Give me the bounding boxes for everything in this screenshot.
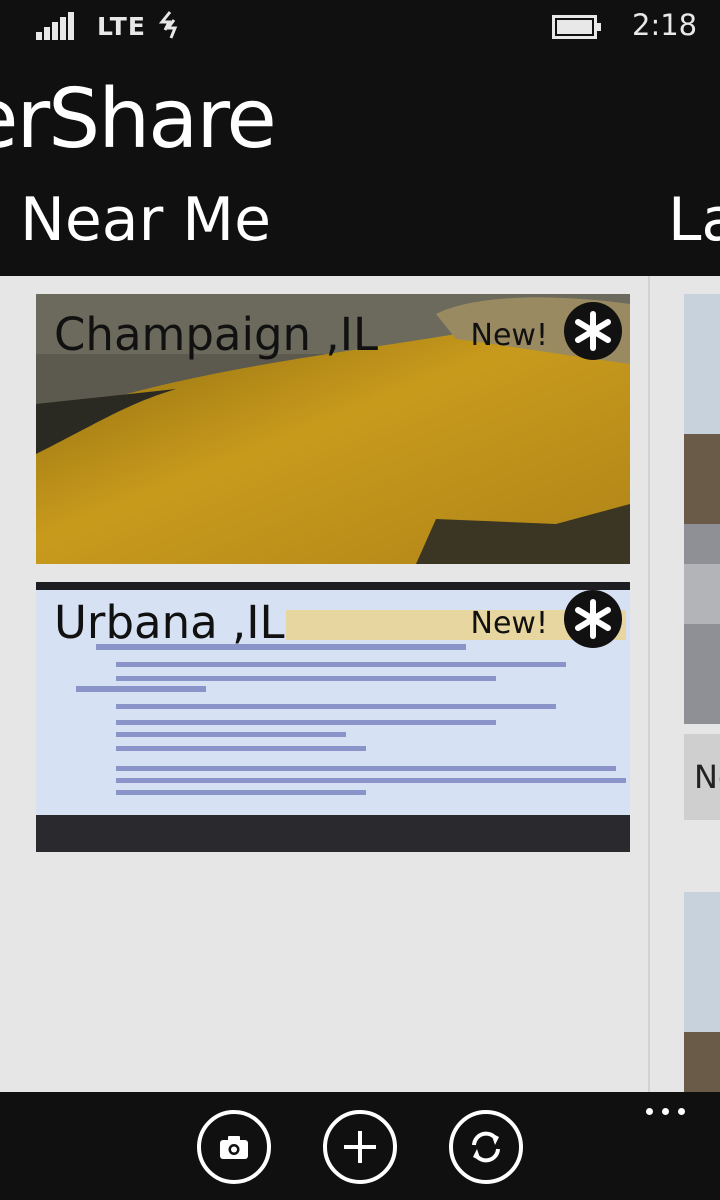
app-bar [0,1092,720,1200]
clock: 2:18 [632,8,698,42]
content-area: Champaign ,IL New! Urbana ,IL New! N [0,276,720,1092]
side-photo-building-2[interactable] [684,892,720,1092]
refresh-button[interactable] [449,1110,523,1184]
signal-strength-icon [36,12,74,40]
data-sync-icon [158,11,178,39]
add-button[interactable] [323,1110,397,1184]
battery-icon [552,15,601,39]
more-dot [678,1108,685,1115]
camera-button[interactable] [197,1110,271,1184]
asterisk-icon [564,302,622,360]
side-photo-building[interactable] [684,294,720,724]
status-bar: LTE 2:18 [0,0,720,52]
network-type: LTE [97,12,146,41]
post-card-champaign[interactable]: Champaign ,IL New! [36,294,630,564]
more-icon[interactable] [644,1102,688,1122]
side-card-label: Ne [684,734,720,820]
camera-icon [220,1136,248,1159]
refresh-icon [472,1131,500,1163]
card-location: Champaign ,IL [54,308,379,361]
post-card-urbana[interactable]: Urbana ,IL New! [36,582,630,852]
pivot-divider [648,276,650,1092]
new-badge-label: New! [470,606,548,641]
more-dot [662,1108,669,1115]
new-badge-label: New! [470,318,548,353]
pivot-next[interactable]: La [668,184,720,256]
add-icon [344,1131,376,1163]
more-dot [646,1108,653,1115]
asterisk-icon [564,590,622,648]
pivot-near-me[interactable]: Near Me [20,184,271,256]
app-title: erShare [0,72,277,167]
side-card-text: Ne [694,758,720,796]
card-location: Urbana ,IL [54,596,285,649]
